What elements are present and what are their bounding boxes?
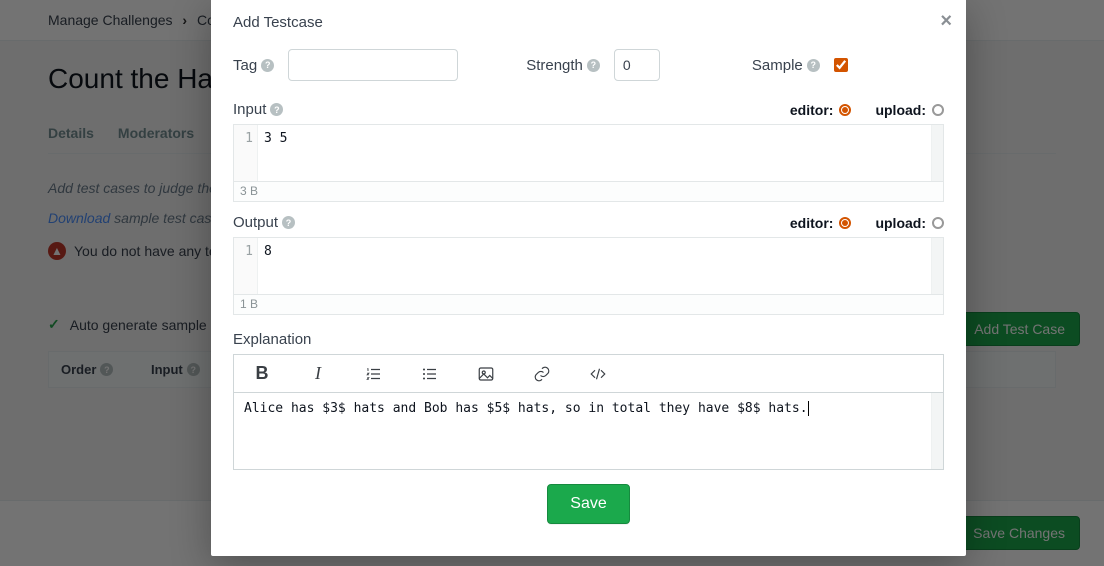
- help-icon[interactable]: ?: [807, 59, 820, 72]
- input-editor-code[interactable]: 3 5: [258, 125, 929, 181]
- bold-icon[interactable]: B: [252, 363, 272, 384]
- tag-label: Tag ?: [233, 57, 274, 74]
- input-upload-radio-label[interactable]: upload:: [875, 102, 944, 118]
- input-editor-scrollbar[interactable]: [931, 125, 943, 181]
- modal-footer: Save: [233, 484, 944, 524]
- input-label-text: Input: [233, 101, 266, 118]
- close-icon[interactable]: ×: [940, 10, 952, 33]
- output-editor-radio[interactable]: [839, 217, 851, 229]
- modal-title: Add Testcase: [233, 14, 944, 31]
- add-testcase-modal: Add Testcase × Tag ? Strength ? Sample ?…: [211, 0, 966, 556]
- help-icon[interactable]: ?: [587, 59, 600, 72]
- sample-label-text: Sample: [752, 57, 803, 74]
- tag-label-text: Tag: [233, 57, 257, 74]
- input-editor[interactable]: 1 3 5: [233, 124, 944, 182]
- output-editor-scrollbar[interactable]: [931, 238, 943, 294]
- output-editor-radio-label[interactable]: editor:: [790, 215, 852, 231]
- input-size: 3 B: [233, 182, 944, 202]
- input-editor-radio[interactable]: [839, 104, 851, 116]
- input-upload-radio[interactable]: [932, 104, 944, 116]
- output-size: 1 B: [233, 295, 944, 315]
- image-icon[interactable]: [476, 365, 496, 383]
- line-number: 1: [245, 131, 253, 146]
- output-editor-code[interactable]: 8: [258, 238, 929, 294]
- unordered-list-icon[interactable]: [420, 365, 440, 383]
- line-number: 1: [245, 244, 253, 259]
- help-icon[interactable]: ?: [261, 59, 274, 72]
- tag-input[interactable]: [288, 49, 458, 81]
- save-button[interactable]: Save: [547, 484, 629, 524]
- modal-top-row: Tag ? Strength ? Sample ?: [233, 49, 944, 81]
- ordered-list-icon[interactable]: [364, 365, 384, 383]
- output-editor-gutter: 1: [234, 238, 258, 294]
- strength-input[interactable]: [614, 49, 660, 81]
- output-section-header: Output ? editor: upload:: [233, 214, 944, 231]
- output-label-text: Output: [233, 214, 278, 231]
- help-icon[interactable]: ?: [282, 216, 295, 229]
- output-editor[interactable]: 1 8: [233, 237, 944, 295]
- italic-icon[interactable]: I: [308, 363, 328, 384]
- text-cursor: [808, 401, 809, 416]
- editor-radio-text: editor:: [790, 215, 834, 231]
- input-editor-radio-label[interactable]: editor:: [790, 102, 852, 118]
- explanation-toolbar: B I: [233, 354, 944, 392]
- output-source-radios: editor: upload:: [790, 215, 944, 231]
- explanation-scrollbar[interactable]: [931, 393, 943, 469]
- output-label: Output ?: [233, 214, 295, 231]
- strength-label-text: Strength: [526, 57, 583, 74]
- output-upload-radio-label[interactable]: upload:: [875, 215, 944, 231]
- input-section-header: Input ? editor: upload:: [233, 101, 944, 118]
- input-label: Input ?: [233, 101, 283, 118]
- upload-radio-text: upload:: [875, 102, 926, 118]
- strength-label: Strength ?: [526, 57, 600, 74]
- upload-radio-text: upload:: [875, 215, 926, 231]
- explanation-label: Explanation: [233, 331, 944, 348]
- output-upload-radio[interactable]: [932, 217, 944, 229]
- explanation-editor[interactable]: Alice has $3$ hats and Bob has $5$ hats,…: [233, 392, 944, 470]
- sample-label: Sample ?: [752, 57, 820, 74]
- link-icon[interactable]: [532, 365, 552, 383]
- help-icon[interactable]: ?: [270, 103, 283, 116]
- explanation-text[interactable]: Alice has $3$ hats and Bob has $5$ hats,…: [244, 401, 808, 416]
- input-editor-gutter: 1: [234, 125, 258, 181]
- editor-radio-text: editor:: [790, 102, 834, 118]
- sample-checkbox[interactable]: [834, 58, 848, 72]
- input-source-radios: editor: upload:: [790, 102, 944, 118]
- code-icon[interactable]: [588, 365, 608, 383]
